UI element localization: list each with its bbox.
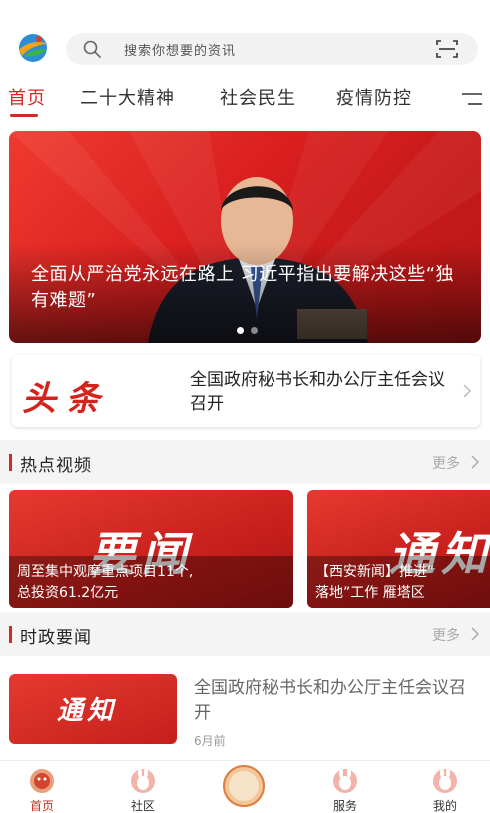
news-title[interactable]: 全国政府秘书长和办公厅主任会议召开 bbox=[194, 676, 476, 726]
menu-icon[interactable] bbox=[462, 92, 482, 106]
video-caption-line: 总投资61.2亿元 bbox=[17, 585, 119, 601]
section-title: 热点视频 bbox=[20, 456, 92, 476]
nav-label: 服务 bbox=[332, 799, 357, 813]
nav-label: 我的 bbox=[432, 799, 457, 813]
nav-service[interactable]: 服务 bbox=[310, 761, 380, 813]
tab-twentieth-congress[interactable]: 二十大精神 bbox=[80, 84, 175, 110]
headline-badge: 头条 bbox=[22, 379, 110, 419]
section-title: 时政要闻 bbox=[20, 628, 92, 648]
section-marker bbox=[9, 454, 12, 471]
profile-icon bbox=[433, 768, 457, 793]
search-placeholder[interactable]: 搜索你想要的资讯 bbox=[124, 40, 236, 59]
scan-icon[interactable] bbox=[436, 39, 458, 59]
video-caption: 周至集中观摩重点项目11个, 总投资61.2亿元 bbox=[17, 562, 193, 604]
nav-community[interactable]: 社区 bbox=[108, 761, 178, 813]
tab-epidemic[interactable]: 疫情防控 bbox=[336, 84, 412, 110]
search-icon bbox=[83, 40, 101, 58]
center-action-icon[interactable] bbox=[217, 764, 271, 808]
section-hot-video: 热点视频 更多 bbox=[0, 440, 490, 484]
headline-title[interactable]: 全国政府秘书长和办公厅主任会议召开 bbox=[190, 368, 450, 416]
banner-caption[interactable]: 全面从严治党永远在路上 习近平指出要解决这些“独有难题” bbox=[31, 262, 461, 314]
home-icon bbox=[30, 769, 54, 793]
video-caption-line: 落地”工作 雁塔区 bbox=[315, 585, 425, 601]
section-politics: 时政要闻 更多 bbox=[0, 612, 490, 656]
chevron-right-icon[interactable] bbox=[470, 627, 480, 641]
more-link[interactable]: 更多 bbox=[432, 625, 460, 645]
nav-label: 首页 bbox=[29, 799, 54, 813]
tab-livelihood[interactable]: 社会民生 bbox=[220, 84, 296, 110]
carousel-dot[interactable] bbox=[251, 327, 258, 334]
video-card[interactable]: 要闻 周至集中观摩重点项目11个, 总投资61.2亿元 bbox=[9, 490, 293, 608]
carousel-dots bbox=[237, 327, 267, 335]
hero-banner[interactable]: 全面从严治党永远在路上 习近平指出要解决这些“独有难题” bbox=[9, 131, 481, 343]
service-icon bbox=[333, 768, 357, 793]
more-link[interactable]: 更多 bbox=[432, 453, 460, 473]
news-timestamp: 6月前 bbox=[194, 734, 226, 748]
top-bar: 搜索你想要的资讯 bbox=[0, 0, 490, 76]
search-bar[interactable]: 搜索你想要的资讯 bbox=[66, 33, 478, 65]
news-thumbnail[interactable]: 通知 bbox=[9, 674, 177, 744]
nav-mine[interactable]: 我的 bbox=[410, 761, 480, 813]
headline-card[interactable]: 头条 全国政府秘书长和办公厅主任会议召开 bbox=[12, 355, 480, 427]
tab-home[interactable]: 首页 bbox=[8, 84, 46, 110]
community-icon bbox=[131, 768, 155, 793]
nav-label: 社区 bbox=[130, 799, 155, 813]
video-caption-line: 周至集中观摩重点项目11个, bbox=[17, 564, 194, 580]
section-marker bbox=[9, 626, 12, 643]
video-caption: 【西安新闻】推进“ 落地”工作 雁塔区 bbox=[315, 562, 434, 604]
chevron-right-icon bbox=[463, 384, 472, 398]
nav-home[interactable]: 首页 bbox=[7, 761, 77, 813]
video-caption-line: 【西安新闻】推进“ bbox=[315, 564, 435, 580]
carousel-dot-active[interactable] bbox=[237, 327, 244, 334]
chevron-right-icon[interactable] bbox=[470, 455, 480, 469]
category-tabs: 首页 二十大精神 社会民生 疫情防控 bbox=[0, 80, 490, 117]
news-thumb-text: 通知 bbox=[57, 696, 118, 726]
active-tab-indicator bbox=[10, 114, 38, 117]
video-card[interactable]: 通知 【西安新闻】推进“ 落地”工作 雁塔区 bbox=[307, 490, 490, 608]
app-logo-icon[interactable] bbox=[14, 30, 52, 66]
